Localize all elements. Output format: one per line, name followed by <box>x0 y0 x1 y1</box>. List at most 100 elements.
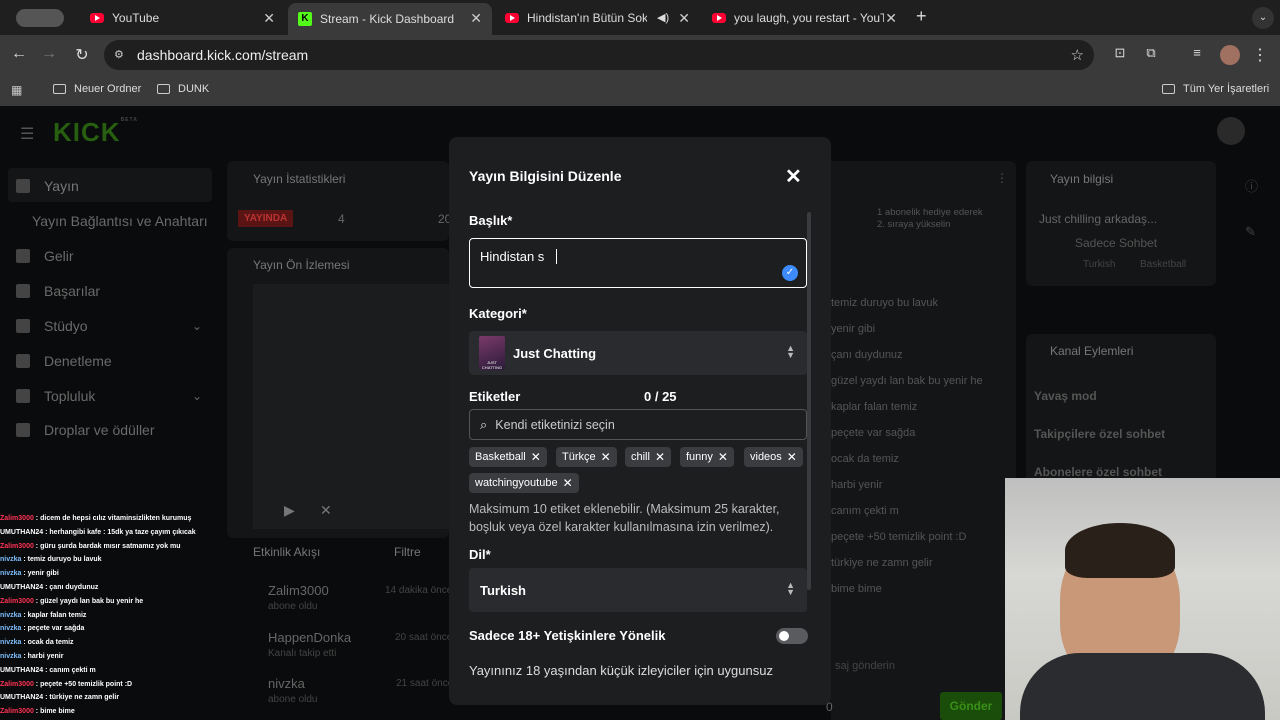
tab-group-icon[interactable] <box>16 9 64 27</box>
activity-user: Zalim3000 <box>268 583 329 598</box>
broadcast-icon <box>16 179 30 193</box>
tag-chip[interactable]: Türkçe ✕ <box>556 447 617 467</box>
chat-message-text: temiz duruyo bu lavuk <box>27 556 102 564</box>
close-tab-icon[interactable]: ✕ <box>263 10 275 27</box>
chevron-down-icon[interactable]: ⌄ <box>192 389 202 403</box>
close-tab-icon[interactable]: ✕ <box>885 10 897 27</box>
chevron-down-icon[interactable]: ⌄ <box>192 319 202 333</box>
close-tab-icon[interactable]: ✕ <box>470 10 482 27</box>
close-icon[interactable]: ✕ <box>785 164 802 189</box>
text-cursor <box>556 249 557 264</box>
chat-pinned: 1 abonelik hediye ederek 2. sıraya yükse… <box>877 207 983 230</box>
title-input-value: Hindistan s <box>480 249 545 264</box>
overlay-chat-line: nivzka : kaplar falan temiz <box>0 609 230 623</box>
tags-count: 0 / 25 <box>644 389 677 404</box>
site-settings-icon[interactable]: ⚙ <box>114 48 124 61</box>
overlay-chat-line: UMUTHAN24 : türkiye ne zamn gelir <box>0 691 230 705</box>
stream-preview-video[interactable] <box>253 284 449 529</box>
send-button[interactable]: Gönder <box>940 692 1002 720</box>
play-icon[interactable]: ▶ <box>284 502 295 519</box>
remove-tag-icon[interactable]: ✕ <box>787 450 797 464</box>
tag-chip[interactable]: watchingyoutube ✕ <box>469 473 579 493</box>
sidebar-item-basarilar[interactable]: Başarılar <box>16 283 100 299</box>
chat-username: UMUTHAN24 <box>0 666 44 674</box>
bookmark-folder[interactable]: DUNK <box>157 83 209 95</box>
chat-username: UMUTHAN24 <box>0 583 44 591</box>
adult-help-text: Yayınınız 18 yaşından küçük izleyiciler … <box>469 663 773 678</box>
info-icon[interactable]: ⓘ <box>1245 176 1258 195</box>
adult-toggle[interactable] <box>776 628 808 644</box>
stream-info-category: Sadece Sohbet <box>1075 236 1158 250</box>
sidebar-item-gelir[interactable]: Gelir <box>16 248 74 264</box>
sidebar-item-yayin[interactable]: Yayın <box>16 178 79 194</box>
remove-tag-icon[interactable]: ✕ <box>655 450 665 464</box>
sidebar-item-topluluk[interactable]: Topluluk <box>16 388 95 404</box>
reload-icon[interactable]: ↻ <box>72 45 92 65</box>
tab-hindistan[interactable]: Hindistan'ın Bütün Sokak ◀) ✕ <box>495 5 700 30</box>
activity-filter[interactable]: Filtre <box>394 545 421 559</box>
remove-tag-icon[interactable]: ✕ <box>531 450 541 464</box>
modal-scrollbar[interactable] <box>807 212 811 590</box>
kick-logo[interactable]: KICKBETA <box>53 117 138 148</box>
stream-info-tag: Turkish <box>1083 259 1116 270</box>
bookmark-folder[interactable]: Neuer Ordner <box>53 83 141 95</box>
chat-message-text: bime bime <box>40 708 75 716</box>
tab-youtube[interactable]: YouTube ✕ <box>80 5 285 30</box>
person-shirt <box>1020 653 1265 720</box>
sidebar-item-stream-key[interactable]: Yayın Bağlantısı ve Anahtarı <box>32 213 208 229</box>
chat-username: nivzka <box>0 639 22 647</box>
forward-icon[interactable]: → <box>39 45 59 63</box>
sidebar-item-droplar[interactable]: Droplar ve ödüller <box>16 422 155 438</box>
title-input[interactable]: Hindistan s ✓ <box>469 238 807 288</box>
new-tab-button[interactable]: + <box>916 6 927 27</box>
category-thumbnail: JUST CHATTING <box>479 336 505 370</box>
hamburger-menu-icon[interactable]: ☰ <box>20 124 34 144</box>
omnibox[interactable]: ⚙ dashboard.kick.com/stream ☆ <box>104 40 1094 70</box>
chat-input[interactable]: Mesaj gönderin <box>835 654 997 678</box>
remove-tag-icon[interactable]: ✕ <box>563 476 573 490</box>
channel-action-slow-mode[interactable]: Yavaş mod <box>1034 389 1097 403</box>
category-select[interactable]: JUST CHATTING Just Chatting ▲ ▼ <box>469 331 807 375</box>
tag-search-input[interactable]: ⌕ Kendi etiketinizi seçin <box>469 409 807 440</box>
mute-icon[interactable]: ✕ <box>320 502 332 519</box>
bookmark-star-icon[interactable]: ☆ <box>1071 46 1084 64</box>
lens-icon[interactable]: ⊡ <box>1110 45 1130 61</box>
remove-tag-icon[interactable]: ✕ <box>718 450 728 464</box>
activity-item: HappenDonka Kanalı takip etti <box>268 630 351 659</box>
chat-messages: temiz duruyo bu lavuk yenir gibi çanı duyd… <box>831 290 1001 602</box>
extensions-icon[interactable]: ⧉ <box>1141 45 1161 61</box>
user-avatar[interactable] <box>1217 117 1245 145</box>
sidebar-item-label: Droplar ve ödüller <box>44 422 155 438</box>
sidebar-item-studyo[interactable]: Stüdyo <box>16 318 88 334</box>
tab-you-laugh[interactable]: you laugh, you restart - YouTu ✕ <box>702 5 907 30</box>
back-icon[interactable]: ← <box>9 45 29 63</box>
remove-tag-icon[interactable]: ✕ <box>601 450 611 464</box>
chat-panel-kebab-icon[interactable]: ⋮ <box>996 171 1008 185</box>
menu-kebab-icon[interactable]: ⋮ <box>1250 45 1270 65</box>
overlay-chat-line: nivzka : temiz duruyo bu lavuk <box>0 553 230 567</box>
folder-icon <box>1162 84 1175 94</box>
chat-username: nivzka <box>0 611 22 619</box>
tab-kick-dashboard[interactable]: K Stream - Kick Dashboard ✕ <box>288 3 492 35</box>
tag-chip[interactable]: chill ✕ <box>625 447 672 467</box>
reading-list-icon[interactable]: ≡ <box>1187 45 1207 60</box>
overlay-chat-line: Zalim3000 : güzel yaydı lan bak bu yenir… <box>0 595 230 609</box>
tag-chip[interactable]: videos ✕ <box>744 447 803 467</box>
chat-message: temiz duruyo bu lavuk <box>831 297 938 309</box>
apps-grid-icon[interactable]: ▦ <box>11 83 22 97</box>
tag-chip[interactable]: funny ✕ <box>680 447 734 467</box>
language-select[interactable]: Turkish ▲ ▼ <box>469 568 807 612</box>
profile-avatar[interactable] <box>1220 45 1240 65</box>
stats-title: Yayın İstatistikleri <box>253 172 346 186</box>
all-bookmarks[interactable]: Tüm Yer İşaretleri <box>1162 83 1269 95</box>
sidebar-item-denetleme[interactable]: Denetleme <box>16 353 112 369</box>
activity-title: Etkinlik Akışı <box>253 545 321 559</box>
tab-search-button[interactable]: ⌄ <box>1252 7 1274 29</box>
edit-icon[interactable]: ✎ <box>1245 224 1256 240</box>
channel-action-subs-only[interactable]: Abonelere özel sohbet <box>1034 465 1162 479</box>
speaker-icon[interactable]: ◀) <box>657 11 669 24</box>
close-tab-icon[interactable]: ✕ <box>678 10 690 27</box>
channel-action-followers-only[interactable]: Takipçilere özel sohbet <box>1034 427 1165 441</box>
beta-badge: BETA <box>120 117 138 123</box>
tag-chip[interactable]: Basketball ✕ <box>469 447 547 467</box>
